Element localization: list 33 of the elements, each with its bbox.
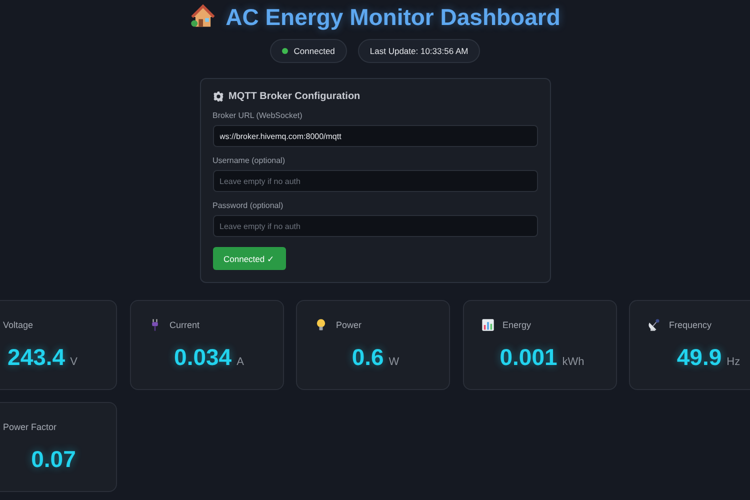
metric-label: Current	[170, 320, 200, 330]
bar-chart-icon	[480, 318, 494, 332]
metric-value: 0.6	[352, 344, 384, 371]
metric-label: Power	[336, 320, 362, 330]
light-bulb-icon	[314, 318, 328, 332]
metric-label: Frequency	[669, 320, 712, 330]
input-field[interactable]: Leave empty if no auth	[212, 215, 538, 237]
config-title: MQTT Broker Configuration	[228, 91, 360, 102]
metric-label: Energy	[502, 320, 532, 330]
satellite-dish-icon	[647, 318, 661, 332]
metric-unit: kWh	[562, 356, 584, 368]
field-label: Broker URL (WebSocket)	[212, 111, 304, 120]
input-field[interactable]: ws://broker.hivemq.com:8000/mqtt	[212, 125, 538, 147]
settings-icon	[212, 91, 224, 102]
field-label: Username (optional)	[212, 156, 286, 165]
dashboard-title: AC Energy Monitor Dashboard	[226, 4, 560, 30]
metric-value: 0.07	[31, 446, 76, 473]
metric-value: 49.9	[676, 344, 722, 371]
metric-label: Power Factor	[3, 422, 57, 432]
metric-value: 0.001	[500, 344, 558, 371]
metric-unit: W	[388, 356, 400, 368]
metric-value: 0.034	[174, 344, 232, 371]
connect-button[interactable]: Connected ✓	[212, 247, 286, 270]
metric-value: 243.4	[8, 344, 66, 371]
house-icon	[190, 4, 216, 30]
metric-unit: V	[70, 356, 78, 368]
metric-label: Voltage	[3, 320, 34, 330]
last-update: Last Update: 10:33:56 AM	[358, 39, 480, 63]
connection-text: Connected	[294, 46, 335, 56]
metric-unit: Hz	[726, 356, 740, 368]
metric-unit: A	[236, 356, 244, 368]
field-label: Password (optional)	[212, 201, 284, 210]
input-field[interactable]: Leave empty if no auth	[212, 170, 538, 192]
